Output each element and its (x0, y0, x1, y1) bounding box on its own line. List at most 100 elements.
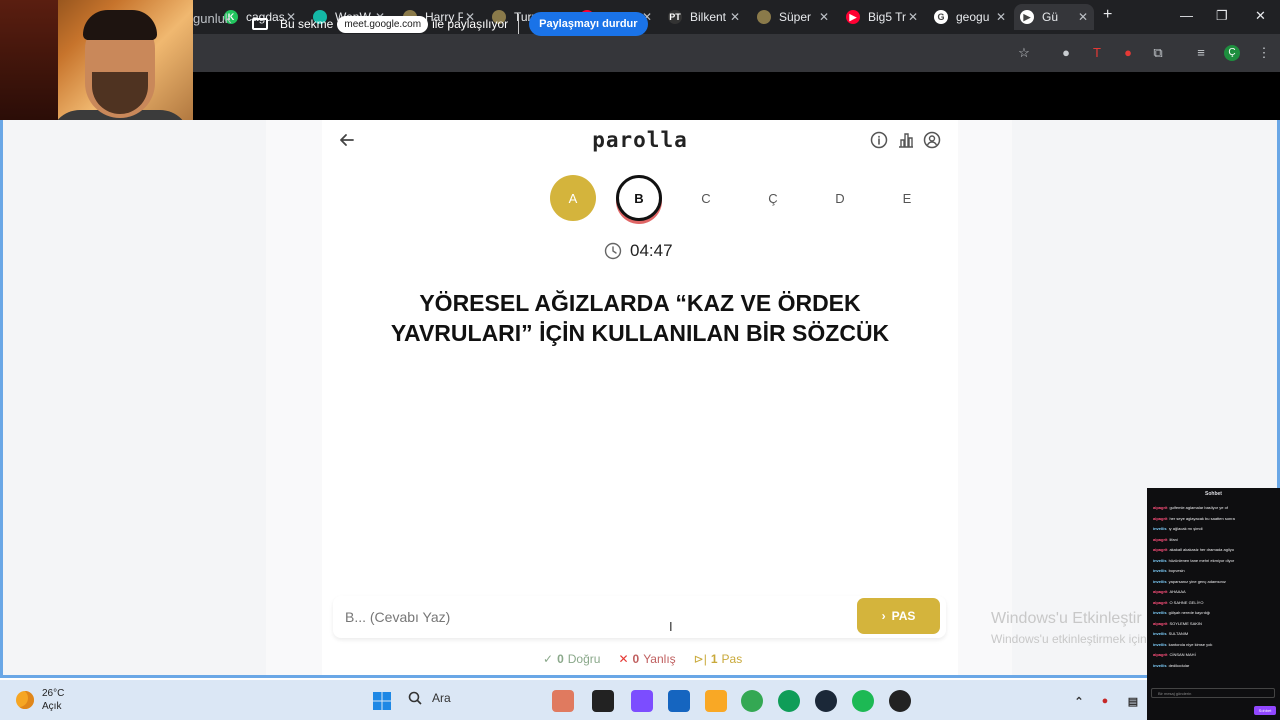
question-text: YÖRESEL AĞIZLARDA “KAZ VE ÖRDEK YAVRULAR… (390, 290, 890, 346)
taskbar-widget-app-icon[interactable] (552, 690, 574, 712)
windows-start-icon[interactable] (371, 690, 393, 712)
browser-tab[interactable]: ▶ Gü ✕ (1014, 4, 1094, 30)
outlook-icon[interactable] (668, 690, 690, 712)
maximize-icon[interactable]: ❐ (1216, 8, 1228, 24)
extensions-puzzle-icon[interactable]: ⧉ (1150, 45, 1166, 61)
media-control-icon[interactable]: ≡ (1193, 45, 1209, 61)
steam-icon[interactable] (815, 690, 837, 712)
chat-username[interactable]: invellis (1153, 579, 1167, 584)
tray-antivirus-icon[interactable]: ● (1094, 690, 1116, 712)
chat-message: alpagrit lifani (1153, 537, 1277, 542)
extension-grammarly-icon[interactable]: ● (1058, 45, 1074, 61)
browser-tab[interactable]: PT Bilkent ✕ (662, 4, 746, 30)
chat-input[interactable]: Bir mesaj gönderin (1151, 688, 1275, 698)
browser-tab[interactable]: ▶ Big5 Tr ✕ (840, 4, 924, 30)
browser-tab[interactable]: Süper ✕ (751, 4, 835, 30)
letter-done: A (550, 175, 596, 221)
tray-network-icon[interactable]: ▤ (1122, 690, 1144, 712)
chat-username[interactable]: alpagrit (1153, 516, 1167, 521)
edge-icon[interactable] (778, 690, 800, 712)
chat-username[interactable]: invellis (1153, 642, 1167, 647)
close-window-icon[interactable]: ✕ (1255, 8, 1266, 24)
task-view-icon[interactable] (592, 690, 614, 712)
chat-username[interactable]: invellis (1153, 568, 1167, 573)
chat-text: hüzünlenen tane mehri ekmiyor diyor (1168, 557, 1235, 563)
chat-username[interactable]: alpagrit (1153, 547, 1167, 552)
tab-close-icon[interactable]: ✕ (908, 10, 918, 24)
tab-favicon-icon: PT (668, 10, 682, 24)
wrong-stat: ✕ 0 Yanlış (618, 652, 675, 666)
divider (518, 14, 520, 34)
spotify-icon[interactable] (852, 690, 874, 712)
chat-text: SULTANIM (1168, 631, 1189, 636)
chat-username[interactable]: alpagrit (1153, 505, 1167, 510)
chat-username[interactable]: invellis (1153, 558, 1167, 563)
chat-username[interactable]: invellis (1153, 631, 1167, 636)
back-arrow-icon[interactable] (338, 131, 356, 149)
wrong-label: Yanlış (643, 652, 676, 666)
pass-stat-label: Pas (721, 652, 743, 666)
url-text[interactable]: gunluk (193, 11, 231, 26)
chat-username[interactable]: alpagrit (1153, 600, 1167, 605)
user-account-icon[interactable] (923, 131, 941, 149)
chat-message: alpagrit akakall akakasiz her dramada agl… (1153, 547, 1277, 552)
letter-pending: C (701, 190, 711, 206)
watermark-line2: Windows'u etkinleştirmek için (991, 632, 1147, 646)
pass-stat: ⊳| 1 Pas (694, 652, 743, 666)
search-icon (408, 691, 422, 705)
info-icon[interactable] (870, 131, 888, 149)
chat-text: akakall akakasiz her dramada agliyo (1169, 547, 1234, 552)
chat-text: CİNSAN MAHİ (1169, 652, 1196, 657)
stats-chart-icon[interactable] (897, 131, 915, 149)
file-explorer-icon[interactable] (705, 690, 727, 712)
chat-send-button[interactable]: Sohbet (1254, 706, 1276, 715)
pass-button[interactable]: › PAS (857, 598, 940, 634)
chat-text: gulfemle aglamalar basliyor ye of (1169, 505, 1228, 510)
share-prefix: Bu sekme (280, 17, 334, 31)
stop-sharing-button[interactable]: Paylaşmayı durdur (529, 12, 648, 36)
chat-username[interactable]: invellis (1153, 610, 1167, 615)
extension-tp-icon[interactable]: T (1089, 45, 1105, 61)
letter-pending: Ç (768, 190, 778, 206)
menu-kebab-icon[interactable]: ⋮ (1256, 45, 1272, 61)
chat-username[interactable]: alpagrit (1153, 652, 1167, 657)
chat-message: alpagrit AHAAAA (1153, 589, 1277, 594)
score-stats: ✓ 0 Doğru ✕ 0 Yanlış ⊳| 1 Pas (543, 652, 742, 666)
obs-icon[interactable] (889, 690, 911, 712)
copilot-icon[interactable] (631, 690, 653, 712)
answer-input[interactable] (345, 604, 845, 630)
tab-title: Süper (779, 10, 812, 24)
chat-text: gülşah nerede kayırdığı (1168, 610, 1211, 615)
browser-tab[interactable]: Ggeogu ✕ (928, 4, 1012, 30)
bookmark-star-icon[interactable]: ☆ (1016, 45, 1032, 61)
weather-temp: 26°C (42, 688, 65, 699)
tab-close-icon[interactable]: ✕ (819, 10, 829, 24)
extension-badge-icon[interactable]: ● (1120, 45, 1136, 61)
app-title: parolla (592, 128, 688, 152)
tab-close-icon[interactable]: ✕ (730, 10, 740, 24)
minimize-icon[interactable]: — (1180, 8, 1193, 23)
chat-username[interactable]: invellis (1153, 663, 1167, 668)
letter-pending: E (902, 190, 912, 206)
chat-username[interactable]: invellis (1153, 526, 1167, 531)
profile-avatar-icon[interactable]: Ç (1224, 45, 1240, 61)
taskbar-search[interactable]: Ara (408, 691, 451, 705)
chrome-icon[interactable] (741, 690, 763, 712)
chat-username[interactable]: alpagrit (1153, 621, 1167, 626)
tab-close-icon[interactable]: ✕ (996, 10, 1006, 24)
answer-box (333, 596, 946, 638)
chat-username[interactable]: alpagrit (1153, 589, 1167, 594)
new-tab-icon[interactable]: + (1103, 6, 1112, 24)
tab-title: Bilkent (690, 10, 727, 24)
watermark-line1: Windows'u Etkinleştir (991, 610, 1142, 627)
tab-close-icon[interactable]: ✕ (1078, 10, 1088, 24)
chat-text: SOYLEME SAKIN (1169, 620, 1202, 626)
correct-label: Doğru (567, 652, 601, 666)
weather-widget[interactable]: 26°C Açık (16, 687, 64, 713)
letter-current: B (616, 175, 662, 221)
cross-icon: ✕ (618, 652, 629, 666)
chat-title: Sohbet (1205, 491, 1222, 497)
chat-username[interactable]: alpagrit (1153, 537, 1167, 542)
tray-chevron-icon[interactable]: ⌃ (1068, 690, 1090, 712)
letter-pending: D (835, 190, 845, 206)
